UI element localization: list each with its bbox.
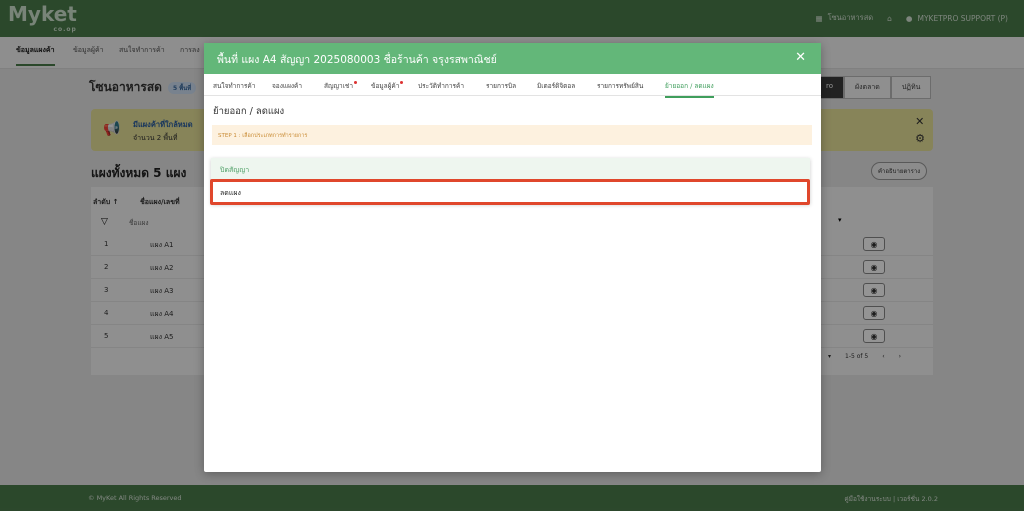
alert-dot-icon [353, 81, 357, 84]
dialog-title: พื้นที่ แผง A4 สัญญา 2025080003 ชื่อร้าน… [217, 54, 497, 66]
step-banner: STEP 1 : เลือกประเภทการทำรายการ [212, 125, 812, 145]
option-close-contract[interactable]: ปิดสัญญา [211, 158, 810, 180]
section-heading: ย้ายออก / ลดแผง [213, 106, 285, 117]
tab-digital-meter[interactable]: มิเตอร์ดิจิตอล [537, 81, 575, 91]
stall-detail-dialog: พื้นที่ แผง A4 สัญญา 2025080003 ชื่อร้าน… [204, 43, 821, 472]
tab-trade-history[interactable]: ประวัติทำการค้า [418, 81, 464, 91]
tab-move-out[interactable]: ย้ายออก / ลดแผง [665, 81, 714, 98]
tab-merchant-info[interactable]: ข้อมูลผู้ค้า [371, 81, 404, 91]
dialog-header: พื้นที่ แผง A4 สัญญา 2025080003 ชื่อร้าน… [204, 43, 821, 74]
tab-assets[interactable]: รายการทรัพย์สิน [597, 81, 643, 91]
tab-contract[interactable]: สัญญาเช่า [324, 81, 357, 91]
tab-booking[interactable]: จองแผงค้า [272, 81, 302, 91]
dialog-tabs: สนใจทำการค้า จองแผงค้า สัญญาเช่า ข้อมูลผ… [204, 74, 821, 98]
tab-bills[interactable]: รายการบิล [486, 81, 516, 91]
tab-interest[interactable]: สนใจทำการค้า [213, 81, 255, 91]
close-icon[interactable]: ✕ [795, 50, 806, 65]
highlight-box [210, 179, 810, 205]
alert-dot-icon [400, 81, 404, 84]
